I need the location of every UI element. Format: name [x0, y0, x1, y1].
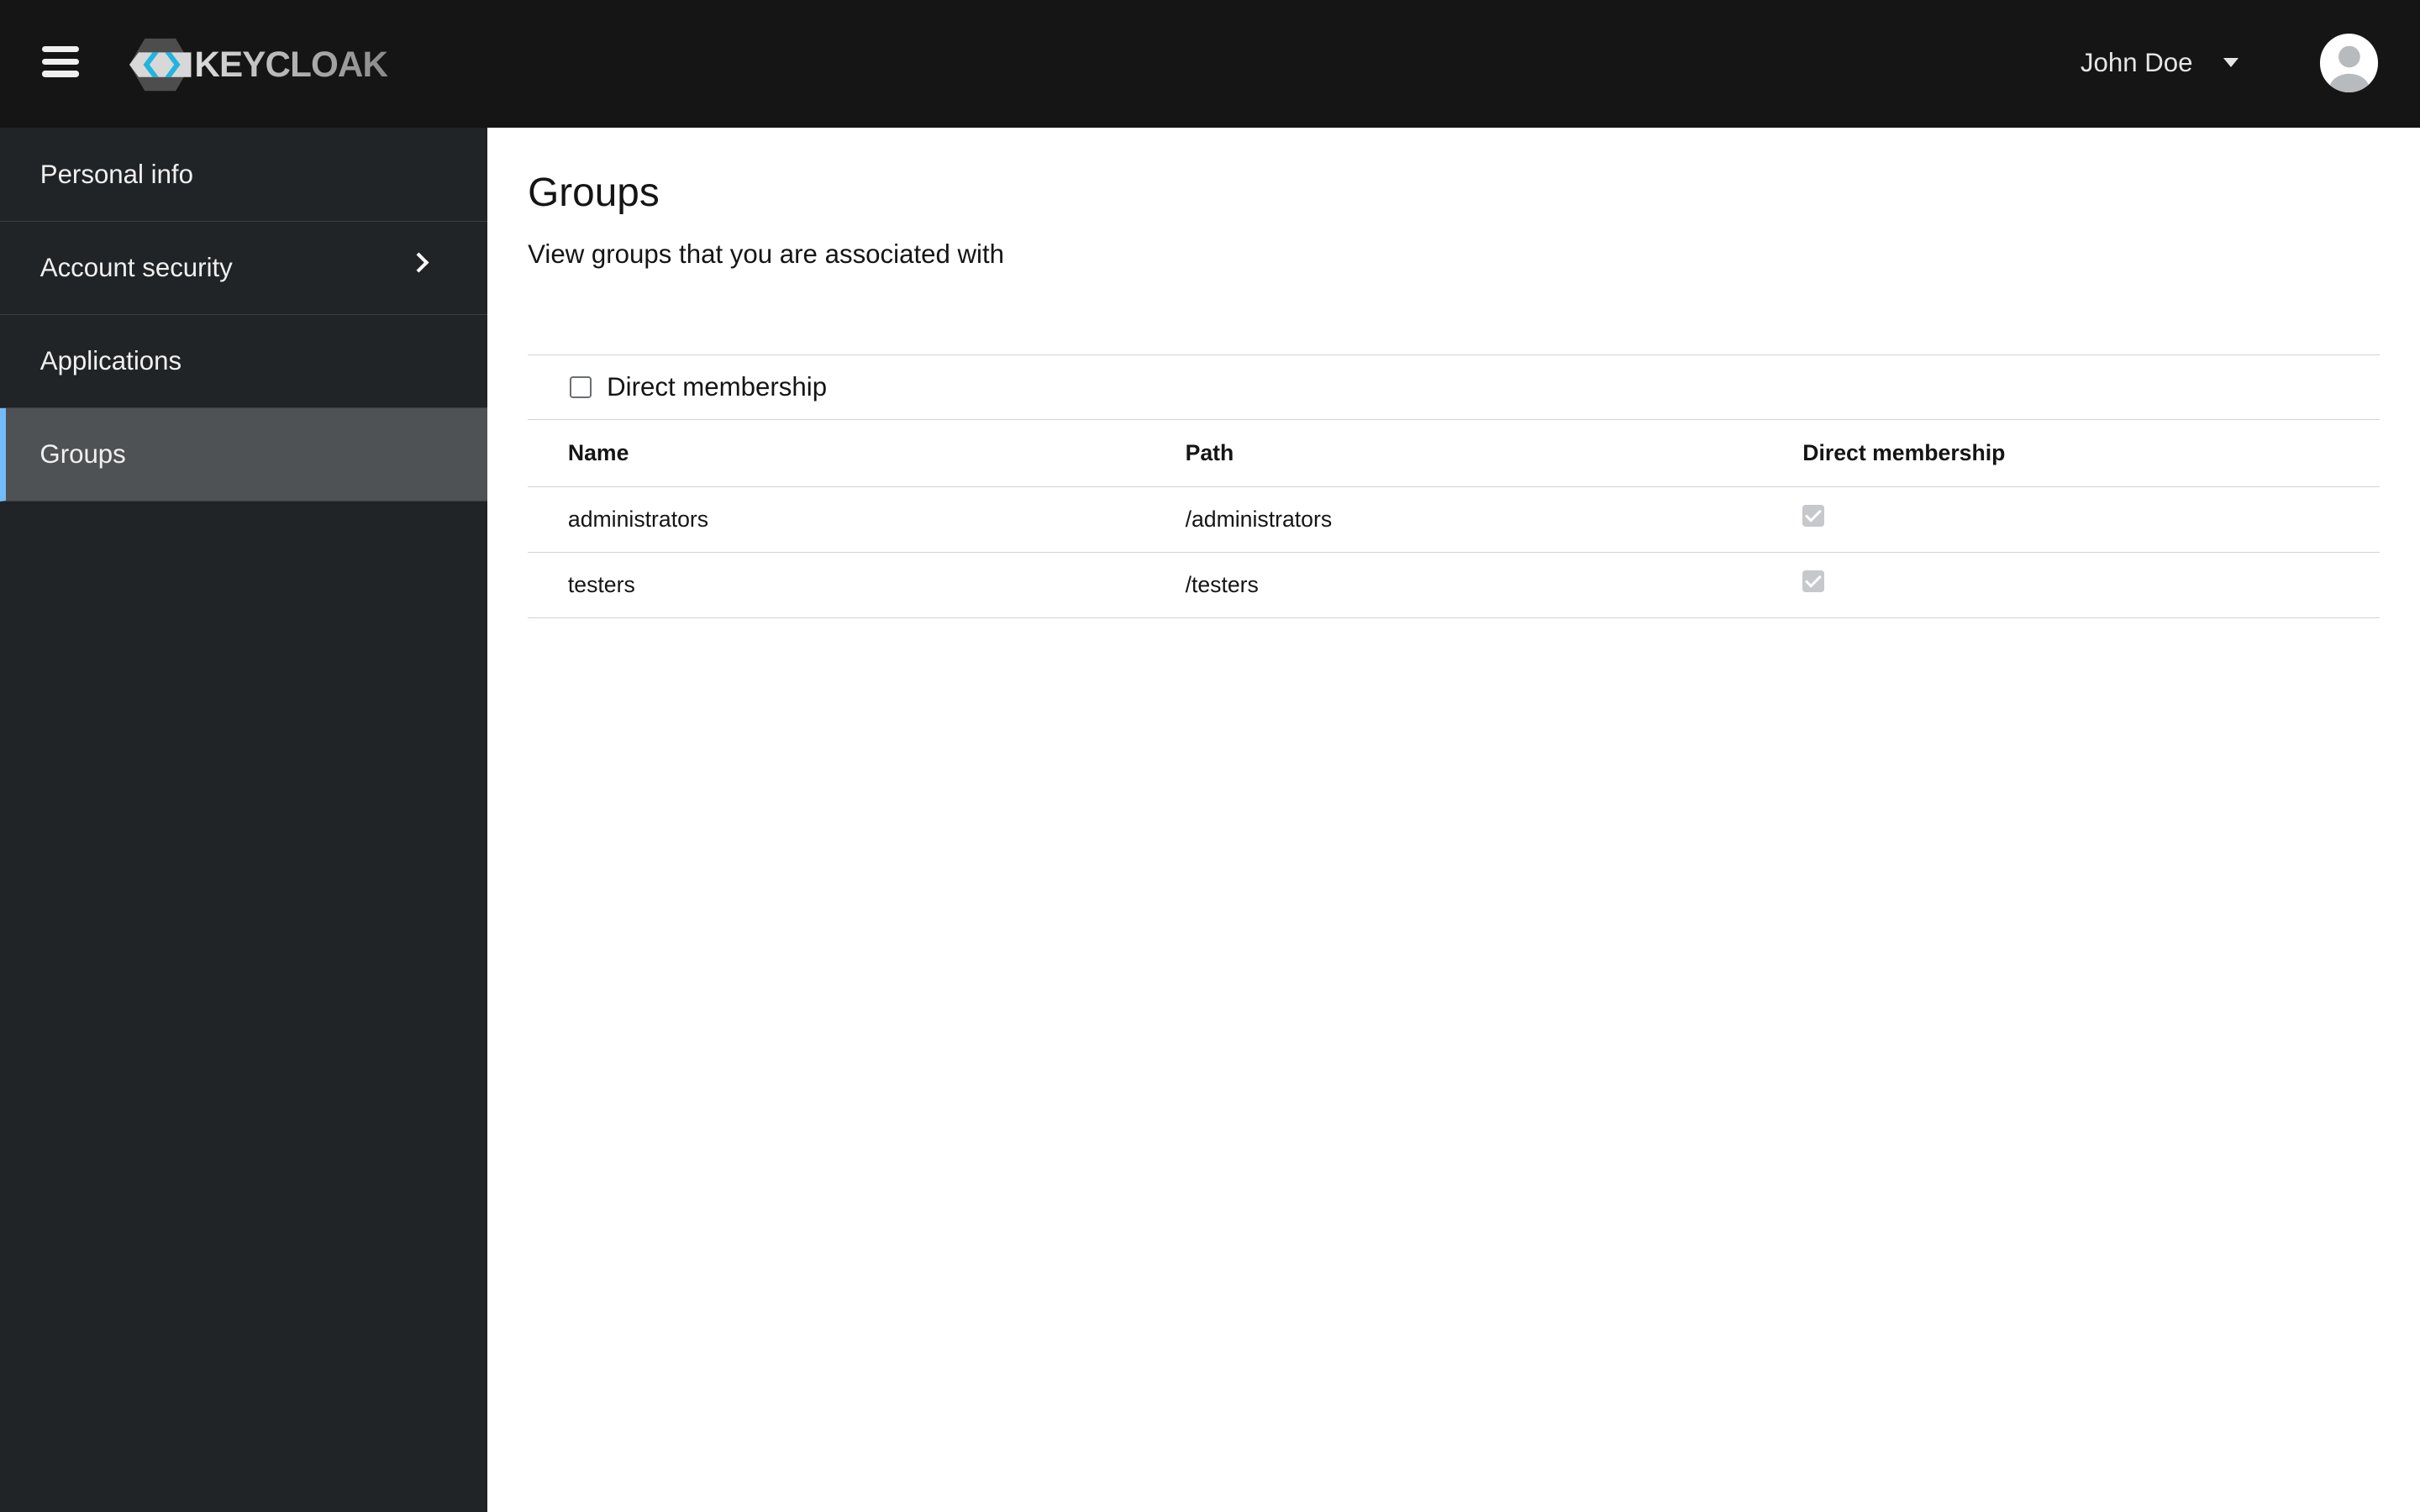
hamburger-menu-icon[interactable]: [41, 46, 79, 80]
column-header-name: Name: [528, 419, 1145, 487]
brand-text: KEYCLOAK: [194, 45, 388, 85]
sidebar-nav: Personal info Account security Applicati…: [0, 128, 488, 1512]
keycloak-logo-icon: [129, 38, 192, 92]
main-content: Groups View groups that you are associat…: [487, 128, 2420, 1512]
user-menu-toggle[interactable]: John Doe: [2080, 47, 2239, 78]
table-header-row: Name Path Direct membership: [528, 419, 2381, 487]
group-path: /administrators: [1144, 486, 1763, 553]
group-path: /testers: [1144, 552, 1763, 618]
sidebar-item-applications[interactable]: Applications: [0, 315, 488, 408]
sidebar-item-label: Groups: [39, 439, 126, 470]
direct-membership-filter: Direct membership: [528, 354, 2381, 420]
sidebar-item-label: Personal info: [39, 159, 193, 189]
column-header-path: Path: [1144, 419, 1763, 487]
keycloak-logo[interactable]: KEYCLOAK: [129, 37, 388, 92]
user-avatar-icon: [2328, 46, 2370, 93]
direct-membership-checked-icon: [1802, 570, 1824, 592]
sidebar-item-label: Applications: [39, 345, 182, 375]
sidebar-item-account-security[interactable]: Account security: [0, 222, 488, 315]
user-name: John Doe: [2080, 47, 2193, 77]
column-header-direct-membership: Direct membership: [1762, 419, 2381, 487]
caret-down-icon: [2223, 58, 2239, 68]
table-row: testers /testers: [528, 552, 2381, 618]
sidebar-item-personal-info[interactable]: Personal info: [0, 128, 488, 222]
direct-membership-checked-icon: [1802, 505, 1824, 527]
table-row: administrators /administrators: [528, 486, 2381, 553]
page-title: Groups: [528, 171, 660, 216]
sidebar-item-groups[interactable]: Groups: [0, 408, 488, 502]
direct-membership-filter-label[interactable]: Direct membership: [607, 372, 827, 402]
groups-table: Name Path Direct membership administrato…: [528, 419, 2381, 618]
group-name: administrators: [528, 486, 1145, 553]
avatar[interactable]: [2319, 34, 2379, 93]
top-bar: KEYCLOAK John Doe: [0, 0, 2420, 129]
group-name: testers: [528, 552, 1145, 618]
app-root: KEYCLOAK John Doe Personal info Account …: [0, 0, 2420, 1512]
sidebar-item-label: Account security: [39, 252, 233, 282]
page-subtitle: View groups that you are associated with: [528, 239, 1005, 269]
direct-membership-checkbox[interactable]: [569, 376, 592, 399]
chevron-right-icon: [408, 252, 429, 273]
